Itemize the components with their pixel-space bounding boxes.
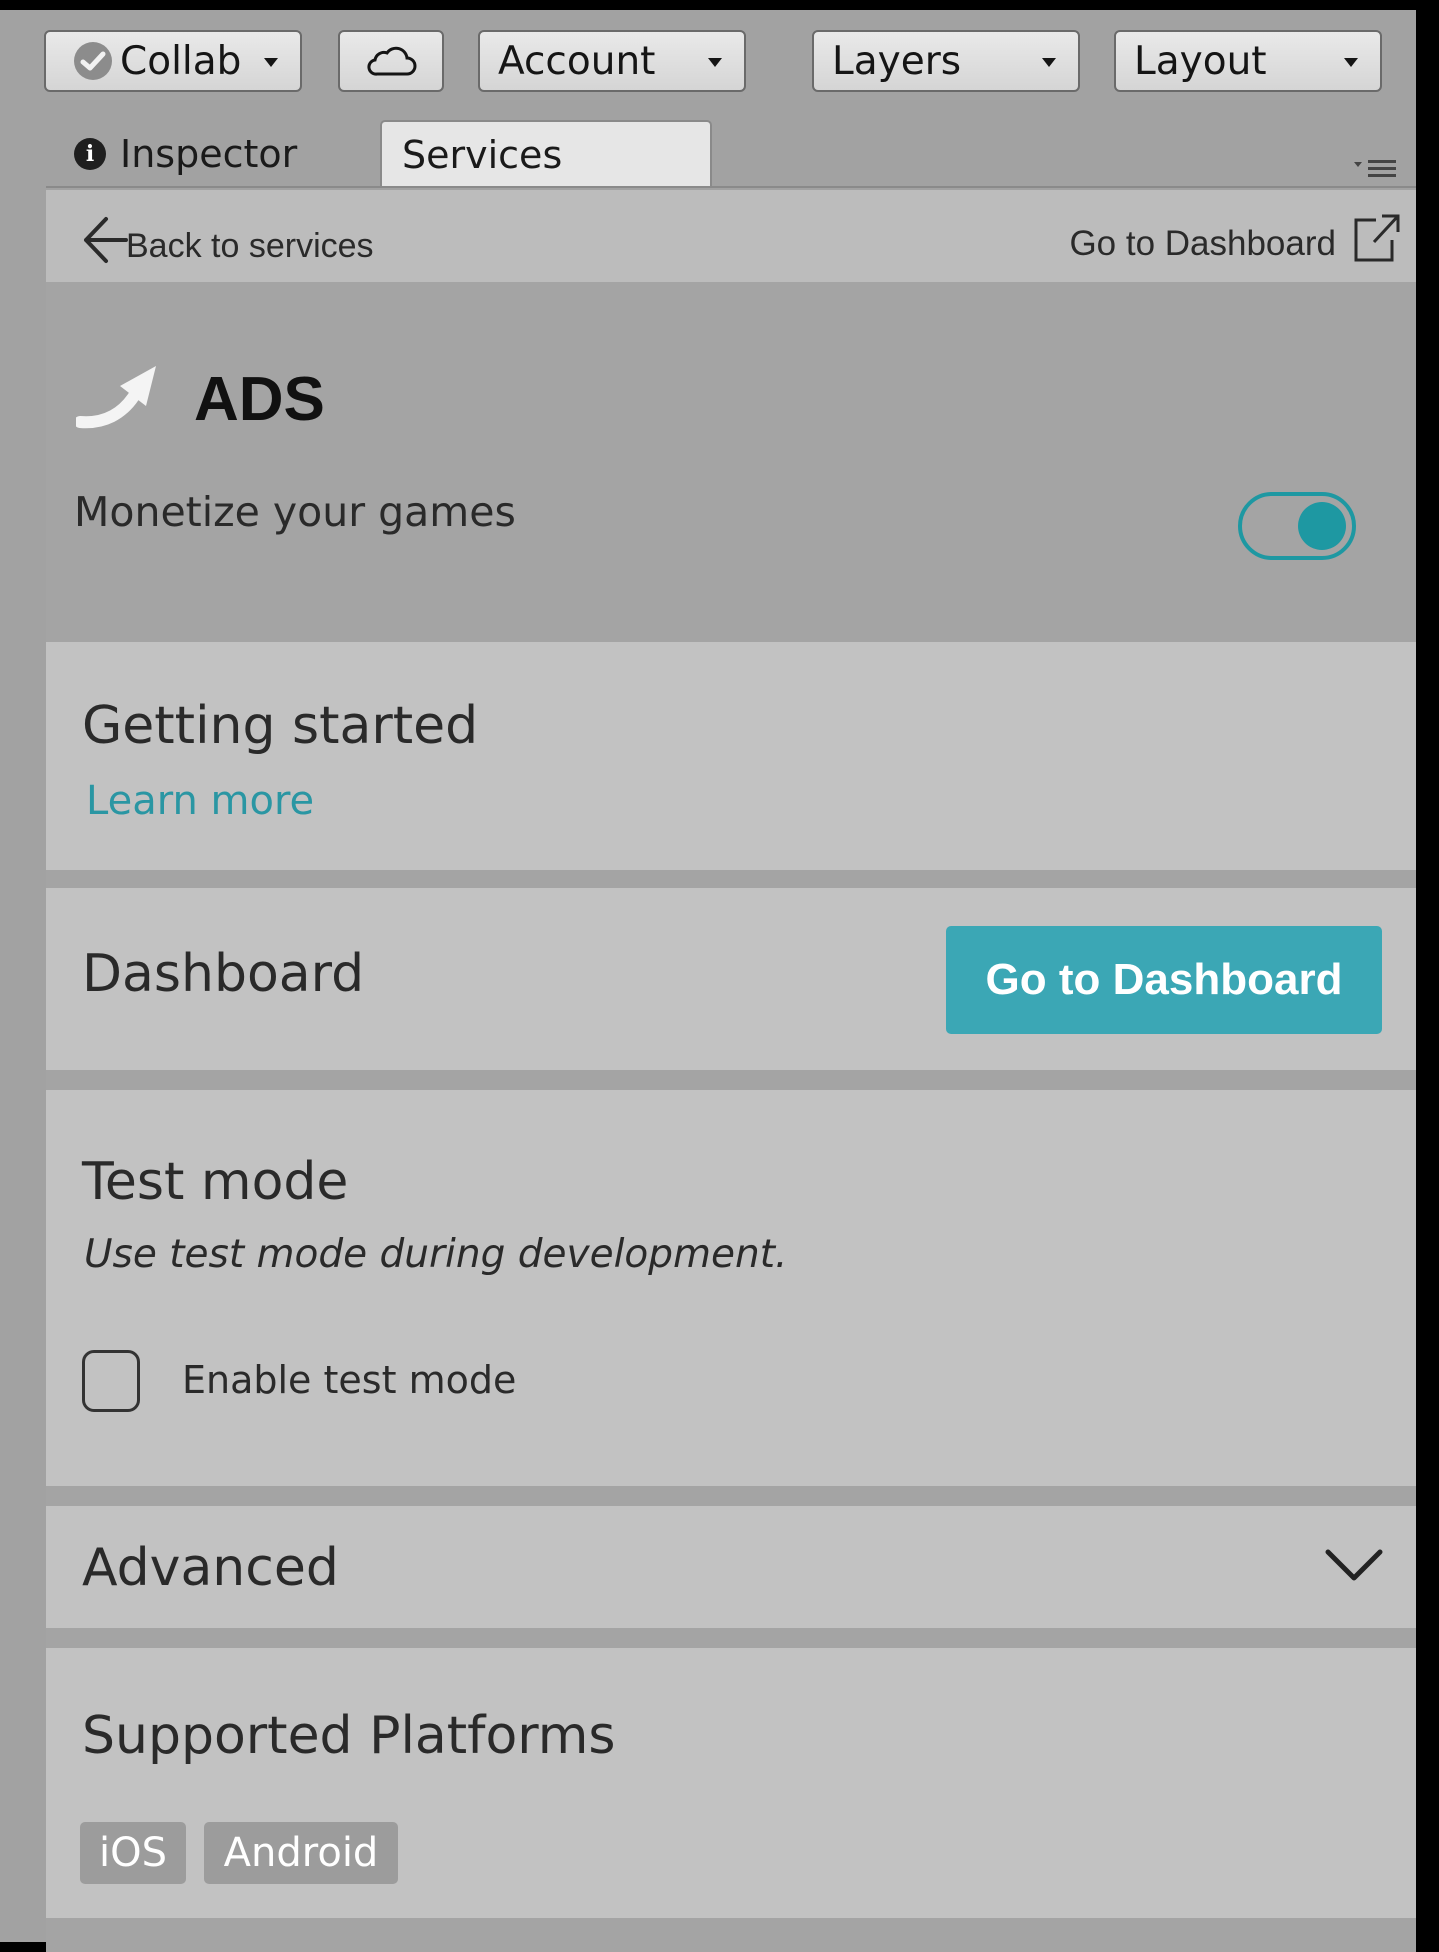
tab-divider [46,186,1416,188]
chevron-down-icon [1325,1549,1383,1581]
layout-label: Layout [1134,38,1267,84]
collab-label: Collab [120,38,242,84]
enable-test-mode-label: Enable test mode [182,1358,517,1402]
service-enable-toggle[interactable] [1238,492,1356,560]
toggle-knob [1298,502,1346,550]
getting-started-title: Getting started [82,696,479,756]
chevron-down-icon [1344,58,1358,67]
advanced-title: Advanced [82,1538,339,1598]
chevron-down-icon [264,58,278,67]
supported-platforms-card: Supported Platforms iOS Android [46,1648,1416,1918]
tab-services[interactable]: Services [380,120,712,188]
chevron-down-icon [708,58,722,67]
dashboard-link-label: Go to Dashboard [1069,224,1336,263]
panel-menu-icon[interactable] [1352,158,1400,180]
getting-started-card: Getting started Learn more [46,642,1416,870]
layout-dropdown[interactable]: Layout [1114,30,1382,92]
test-mode-title: Test mode [82,1152,349,1212]
platform-tag: iOS [80,1822,186,1884]
service-title: ADS [194,365,325,434]
layers-label: Layers [832,38,962,84]
ads-arrow-icon [76,366,156,429]
go-to-dashboard-link[interactable]: Go to Dashboard [1069,208,1402,268]
tab-inspector-label: Inspector [120,132,298,176]
service-description: Monetize your games [74,488,516,536]
test-mode-subtitle: Use test mode during development. [84,1232,788,1277]
learn-more-link[interactable]: Learn more [86,778,314,824]
services-content: Back to services Go to Dashboard ADS Mon… [46,190,1416,1952]
dashboard-card: Dashboard Go to Dashboard [46,888,1416,1070]
dashboard-title: Dashboard [82,944,365,1004]
platform-tag: Android [204,1822,398,1884]
cloud-button[interactable] [338,30,444,92]
collab-button[interactable]: Collab [44,30,302,92]
advanced-card[interactable]: Advanced [46,1506,1416,1628]
go-to-dashboard-button[interactable]: Go to Dashboard [946,926,1382,1034]
external-link-icon [1354,214,1400,262]
layers-dropdown[interactable]: Layers [812,30,1080,92]
back-label: Back to services [126,226,374,265]
supported-platforms-title: Supported Platforms [82,1706,616,1766]
cloud-icon [367,46,417,76]
test-mode-card: Test mode Use test mode during developme… [46,1090,1416,1486]
info-icon: i [74,138,106,170]
account-label: Account [498,38,656,84]
service-header: ADS Monetize your games [46,282,1416,642]
account-dropdown[interactable]: Account [478,30,746,92]
back-to-services-link[interactable]: Back to services [80,212,374,268]
services-navbar: Back to services Go to Dashboard [46,190,1416,282]
enable-test-mode-checkbox[interactable] [82,1350,140,1412]
arrow-left-icon [84,217,128,263]
chevron-down-icon [1042,58,1056,67]
tab-inspector[interactable]: i Inspector [74,120,354,188]
editor-panel: Collab Account Layers Layout i Inspector… [0,10,1416,1952]
check-circle-icon [74,42,112,80]
tab-services-label: Services [402,133,563,177]
